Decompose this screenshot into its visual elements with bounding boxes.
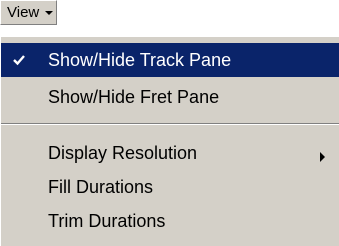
checkmark-icon xyxy=(11,52,27,68)
menu-item-display-resolution[interactable]: Display Resolution xyxy=(1,136,339,170)
menu-item-trim-durations[interactable]: Trim Durations xyxy=(1,204,339,238)
menu-item-show-hide-track-pane[interactable]: Show/Hide Track Pane xyxy=(1,43,339,77)
view-dropdown-menu: Show/Hide Track Pane Show/Hide Fret Pane… xyxy=(0,36,339,246)
menu-item-show-hide-fret-pane[interactable]: Show/Hide Fret Pane xyxy=(1,80,339,114)
menu-item-label: Fill Durations xyxy=(48,177,154,197)
chevron-right-icon xyxy=(319,147,327,162)
view-menu-button[interactable]: View xyxy=(0,0,57,25)
menu-separator xyxy=(1,123,339,125)
view-menu-label: View xyxy=(7,4,40,21)
menu-item-fill-durations[interactable]: Fill Durations xyxy=(1,170,339,204)
menu-item-label: Display Resolution xyxy=(48,143,198,163)
screen: View Show/Hide Track Pane Show/Hide Fret… xyxy=(0,0,339,246)
menu-item-label: Show/Hide Fret Pane xyxy=(48,87,220,107)
chevron-down-icon xyxy=(41,7,57,19)
menu-item-label: Trim Durations xyxy=(48,211,166,231)
menu-item-label: Show/Hide Track Pane xyxy=(48,50,232,70)
